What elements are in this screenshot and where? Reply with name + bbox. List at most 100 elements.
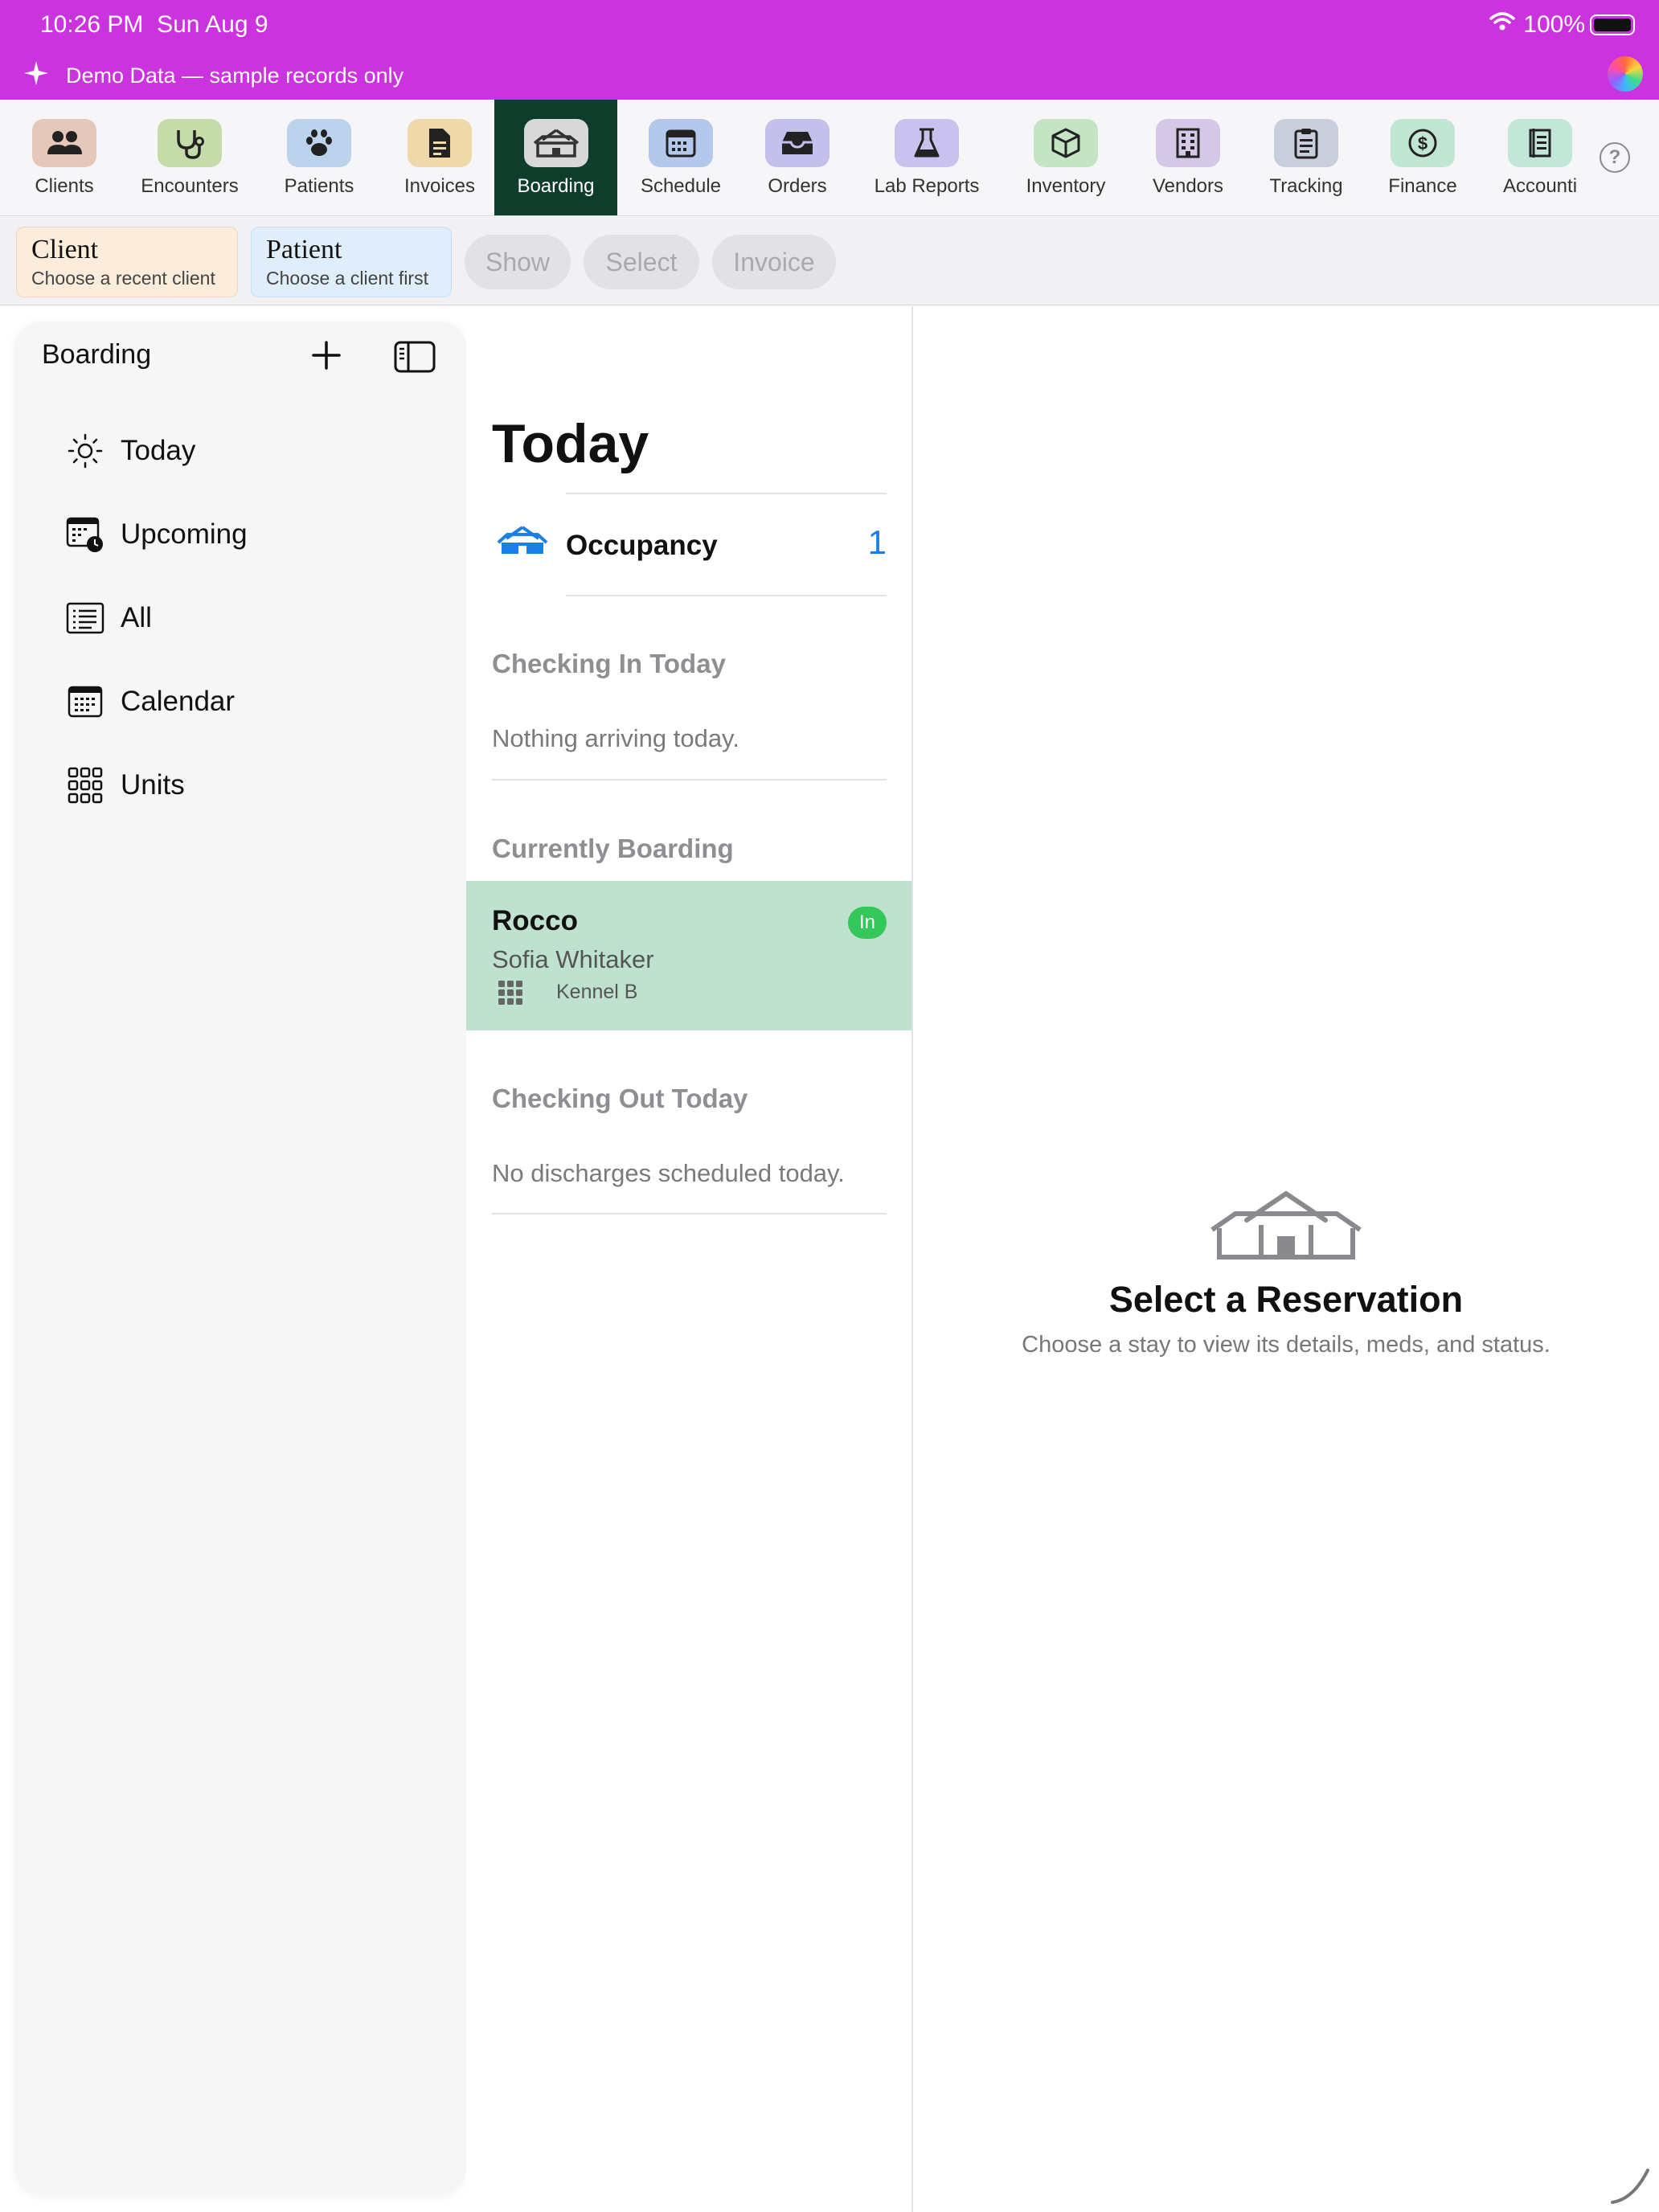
detail-empty-state: Select a Reservation Choose a stay to vi… xyxy=(913,1190,1659,1358)
tab-orders[interactable]: Orders xyxy=(749,100,846,215)
tab-tracking[interactable]: Tracking xyxy=(1262,100,1350,215)
select-button[interactable]: Select xyxy=(584,235,699,289)
client-selector[interactable]: Client Choose a recent client xyxy=(16,227,238,297)
sidebar: Boarding Today Upcoming All Calendar Uni… xyxy=(14,322,466,2194)
invoice-button[interactable]: Invoice xyxy=(712,235,836,289)
calendar-icon xyxy=(66,682,104,721)
sidebar-item-units[interactable]: Units xyxy=(66,757,452,813)
grid-icon xyxy=(66,766,104,805)
checking-in-header: Checking In Today xyxy=(492,649,726,678)
tab-encounters[interactable]: Encounters xyxy=(129,100,251,215)
tab-label: Schedule xyxy=(640,175,722,197)
divider xyxy=(492,1213,887,1215)
occupancy-count: 1 xyxy=(867,523,887,561)
detail-empty-title: Select a Reservation xyxy=(1108,1279,1464,1320)
calendar-clock-icon xyxy=(66,515,104,554)
tab-label: Accounti xyxy=(1502,175,1578,197)
tab-label: Lab Reports xyxy=(874,175,980,197)
divider xyxy=(566,595,887,596)
tab-label: Clients xyxy=(35,175,94,197)
tab-label: Patients xyxy=(284,175,354,197)
tab-label: Tracking xyxy=(1269,175,1343,197)
list-title: Today xyxy=(492,413,649,474)
sun-icon xyxy=(66,432,104,470)
status-bar: 10:26 PM Sun Aug 9 100% Demo Data — samp… xyxy=(0,0,1659,100)
building-icon xyxy=(1156,119,1220,167)
tab-label: Vendors xyxy=(1152,175,1224,197)
demo-banner-text: Demo Data — sample records only xyxy=(66,63,404,88)
tab-vendors[interactable]: Vendors xyxy=(1148,100,1228,215)
flask-icon xyxy=(895,119,959,167)
app-toolbar: Clients Encounters Patients Invoices Boa… xyxy=(0,100,1659,216)
patient-selector[interactable]: Patient Choose a client first xyxy=(251,227,452,297)
client-selector-subtitle: Choose a recent client xyxy=(31,268,215,289)
sidebar-item-label: Calendar xyxy=(121,686,236,717)
plus-icon xyxy=(312,341,341,370)
status-time: 10:26 PM Sun Aug 9 xyxy=(40,11,268,38)
status-right: 100% xyxy=(1489,11,1585,39)
sidebar-item-label: Today xyxy=(121,435,196,466)
tab-invoices[interactable]: Invoices xyxy=(387,100,492,215)
tab-label: Encounters xyxy=(141,175,239,197)
tab-label: Orders xyxy=(768,175,827,197)
resize-handle-icon[interactable] xyxy=(1609,2164,1651,2206)
checking-in-empty: Nothing arriving today. xyxy=(492,724,739,752)
reservation-list-pane: Today Occupancy 1 Checking In Today Noth… xyxy=(466,306,912,2212)
grid-icon xyxy=(498,981,522,1009)
currently-boarding-header: Currently Boarding xyxy=(492,834,734,863)
box-icon xyxy=(1034,119,1098,167)
svg-text:$: $ xyxy=(1418,133,1428,154)
calendar-icon xyxy=(649,119,713,167)
divider xyxy=(566,493,887,494)
tab-label: Boarding xyxy=(517,175,595,197)
battery-percent: 100% xyxy=(1523,11,1585,38)
patient-selector-subtitle: Choose a client first xyxy=(266,268,428,289)
tab-clients[interactable]: Clients xyxy=(0,100,129,215)
tab-patients[interactable]: Patients xyxy=(251,100,387,215)
tab-lab-reports[interactable]: Lab Reports xyxy=(862,100,992,215)
sidebar-item-calendar[interactable]: Calendar xyxy=(66,674,452,730)
patient-selector-title: Patient xyxy=(266,235,342,264)
reservation-pet-name: Rocco xyxy=(492,905,578,936)
sidebar-item-today[interactable]: Today xyxy=(66,423,452,479)
people-icon xyxy=(32,119,96,167)
tab-label: Finance xyxy=(1388,175,1457,197)
wifi-icon xyxy=(1489,11,1516,39)
tab-boarding[interactable]: Boarding xyxy=(494,100,617,215)
sparkle-icon xyxy=(23,59,50,92)
reservation-unit: Kennel B xyxy=(556,981,638,1003)
show-button[interactable]: Show xyxy=(465,235,571,289)
boarding-house-icon xyxy=(495,525,550,561)
add-reservation-button[interactable] xyxy=(305,334,347,376)
dollar-icon: $ xyxy=(1391,119,1455,167)
tray-icon xyxy=(765,119,830,167)
checking-out-empty: No discharges scheduled today. xyxy=(492,1159,845,1187)
occupancy-label: Occupancy xyxy=(566,530,718,561)
clipboard-icon xyxy=(1274,119,1338,167)
client-selector-title: Client xyxy=(31,235,99,264)
detail-empty-subtitle: Choose a stay to view its details, meds,… xyxy=(1022,1332,1550,1358)
list-icon xyxy=(66,599,104,637)
reservation-list: Today Occupancy 1 Checking In Today Noth… xyxy=(466,306,912,2212)
tab-label: Inventory xyxy=(1026,175,1106,197)
occupancy-row[interactable]: Occupancy 1 xyxy=(466,499,912,596)
sidebar-item-label: All xyxy=(121,602,152,633)
sidebar-item-label: Units xyxy=(121,769,185,801)
sidebar-toggle-button[interactable] xyxy=(394,341,436,373)
boarding-house-icon xyxy=(913,1190,1659,1264)
tab-finance[interactable]: $ Finance xyxy=(1382,100,1463,215)
help-icon[interactable]: ? xyxy=(1600,142,1630,173)
checking-out-header: Checking Out Today xyxy=(492,1083,748,1113)
demo-banner: Demo Data — sample records only xyxy=(23,59,403,92)
tab-inventory[interactable]: Inventory xyxy=(1019,100,1112,215)
document-icon xyxy=(408,119,472,167)
divider xyxy=(492,779,887,780)
color-orb-icon[interactable] xyxy=(1608,56,1643,92)
paw-icon xyxy=(287,119,351,167)
context-bar: Client Choose a recent client Patient Ch… xyxy=(0,217,1659,305)
tab-schedule[interactable]: Schedule xyxy=(621,100,741,215)
list-item[interactable]: Rocco Sofia Whitaker Kennel B In xyxy=(466,881,912,1030)
sidebar-item-upcoming[interactable]: Upcoming xyxy=(66,506,452,563)
tab-accounting[interactable]: Accounti xyxy=(1493,100,1587,215)
sidebar-item-all[interactable]: All xyxy=(66,590,452,646)
